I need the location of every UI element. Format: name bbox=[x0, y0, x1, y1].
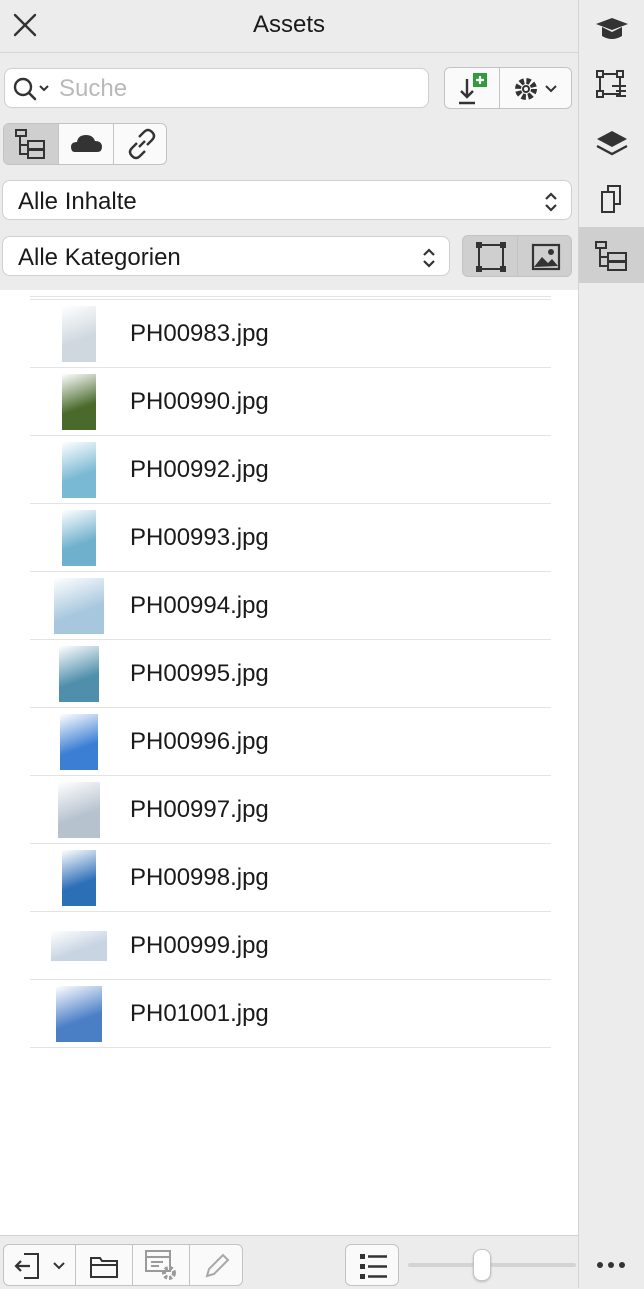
place-icon bbox=[14, 1253, 65, 1279]
list-item[interactable]: PH00990.jpg bbox=[30, 368, 551, 436]
sidebar-item-learn[interactable] bbox=[579, 0, 644, 56]
assets-panel: Assets Suche Alle Inhalte Alle Kategorie… bbox=[0, 0, 578, 1289]
tree-icon bbox=[15, 129, 45, 159]
search-icon[interactable] bbox=[13, 76, 53, 102]
thumbnail-image bbox=[58, 782, 100, 838]
list-item[interactable]: PH00994.jpg bbox=[30, 572, 551, 640]
page-title: Assets bbox=[252, 11, 326, 38]
tab-link[interactable] bbox=[114, 124, 166, 164]
file-name: PH00992.jpg bbox=[130, 456, 269, 483]
file-name: PH00997.jpg bbox=[130, 796, 269, 823]
slider-knob[interactable] bbox=[473, 1249, 492, 1281]
thumbnail-image bbox=[54, 578, 104, 634]
view-mode-group bbox=[462, 235, 572, 277]
image-icon bbox=[531, 243, 561, 271]
content-filter-select[interactable]: Alle Inhalte bbox=[2, 180, 572, 220]
sidebar-item-pages[interactable] bbox=[579, 170, 644, 226]
file-name: PH00999.jpg bbox=[130, 932, 269, 959]
thumbnail-image bbox=[62, 510, 96, 566]
thumbnail-image bbox=[62, 374, 96, 430]
import-button[interactable] bbox=[445, 68, 500, 108]
window-gear-icon bbox=[145, 1250, 176, 1280]
list-item[interactable]: PH00999.jpg bbox=[30, 912, 551, 980]
cloud-icon bbox=[71, 135, 102, 152]
library-settings-button bbox=[133, 1245, 190, 1285]
file-name: PH00995.jpg bbox=[130, 660, 269, 687]
thumbnail-image bbox=[56, 986, 102, 1042]
bottom-action-group bbox=[3, 1244, 243, 1286]
bottom-toolbar bbox=[0, 1235, 578, 1289]
list-item[interactable]: PH00996.jpg bbox=[30, 708, 551, 776]
pages-icon bbox=[601, 185, 621, 213]
place-button[interactable] bbox=[4, 1245, 76, 1285]
sidebar-item-layers[interactable] bbox=[579, 114, 644, 170]
category-filter-select[interactable]: Alle Kategorien bbox=[2, 236, 450, 276]
thumbnail-image bbox=[59, 646, 99, 702]
thumbnail-image bbox=[62, 850, 96, 906]
thumbnail-image bbox=[62, 306, 96, 362]
graduation-cap-icon bbox=[596, 18, 628, 39]
list-item[interactable]: PH00992.jpg bbox=[30, 436, 551, 504]
transform-icon bbox=[596, 70, 626, 98]
file-name: PH00993.jpg bbox=[130, 524, 269, 551]
layers-icon bbox=[596, 131, 628, 156]
folder-button[interactable] bbox=[76, 1245, 133, 1285]
updown-chevron-icon bbox=[423, 248, 435, 268]
file-name: PH00983.jpg bbox=[130, 320, 269, 347]
right-sidebar bbox=[578, 0, 644, 1288]
frame-icon bbox=[476, 242, 506, 272]
source-toggle-group bbox=[3, 123, 167, 165]
sidebar-item-assets[interactable] bbox=[579, 227, 644, 283]
import-icon bbox=[459, 73, 487, 105]
thumbnail-image bbox=[51, 931, 107, 961]
list-item[interactable]: PH00983.jpg bbox=[30, 300, 551, 368]
thumbnail-image bbox=[60, 714, 98, 770]
tab-cloud[interactable] bbox=[59, 124, 114, 164]
thumbnail-image bbox=[62, 442, 96, 498]
category-filter-label: Alle Kategorien bbox=[18, 244, 181, 271]
file-name: PH00990.jpg bbox=[130, 388, 269, 415]
sidebar-item-transform[interactable] bbox=[579, 56, 644, 112]
pencil-icon bbox=[205, 1253, 230, 1278]
content-filter-label: Alle Inhalte bbox=[18, 188, 137, 215]
list-icon bbox=[360, 1254, 387, 1279]
list-item[interactable]: PH00993.jpg bbox=[30, 504, 551, 572]
thumbnail-size-slider[interactable] bbox=[408, 1249, 576, 1281]
list-item[interactable]: PH01001.jpg bbox=[30, 980, 551, 1048]
frame-view-button[interactable] bbox=[463, 236, 518, 276]
settings-button[interactable] bbox=[500, 68, 571, 108]
list-view-button[interactable] bbox=[345, 1244, 399, 1286]
tree-icon bbox=[595, 241, 627, 271]
import-settings-group bbox=[444, 67, 572, 109]
tab-local-tree[interactable] bbox=[4, 124, 59, 164]
file-name: PH00998.jpg bbox=[130, 864, 269, 891]
title-bar: Assets bbox=[0, 0, 578, 53]
file-name: PH00994.jpg bbox=[130, 592, 269, 619]
updown-chevron-icon bbox=[545, 192, 557, 212]
link-icon bbox=[128, 128, 156, 160]
gear-icon bbox=[515, 78, 557, 100]
asset-list: PH00983.jpg PH00990.jpg PH00992.jpg PH00993… bbox=[0, 290, 578, 1235]
folder-icon bbox=[90, 1257, 118, 1278]
list-item[interactable]: PH00998.jpg bbox=[30, 844, 551, 912]
list-item[interactable]: PH00997.jpg bbox=[30, 776, 551, 844]
file-name: PH00996.jpg bbox=[130, 728, 269, 755]
more-icon[interactable] bbox=[595, 1262, 627, 1270]
search-field[interactable]: Suche bbox=[4, 68, 429, 108]
image-view-button[interactable] bbox=[518, 236, 571, 276]
list-item[interactable]: PH00995.jpg bbox=[30, 640, 551, 708]
search-input[interactable]: Suche bbox=[59, 75, 127, 103]
edit-button bbox=[190, 1245, 242, 1285]
file-name: PH01001.jpg bbox=[130, 1000, 269, 1027]
